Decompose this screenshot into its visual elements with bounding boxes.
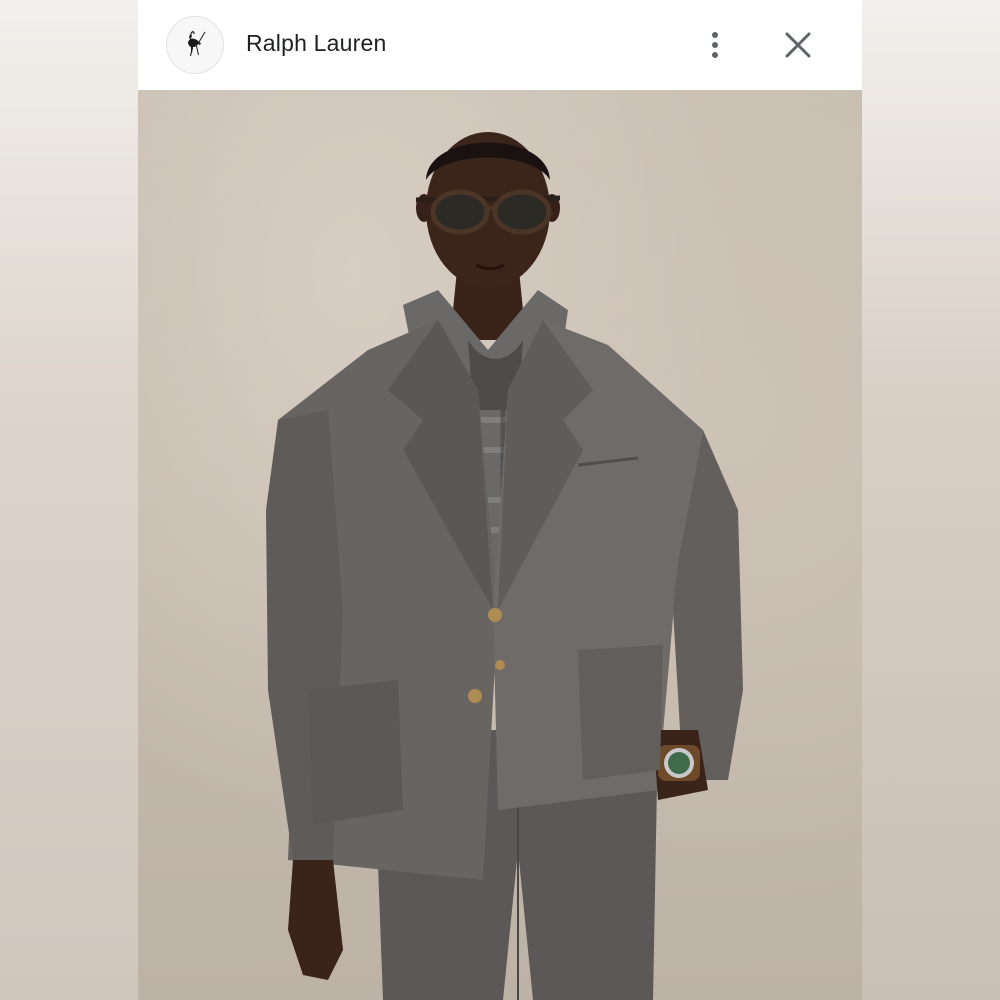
backdrop-right	[862, 0, 1000, 1000]
image-viewer-sheet: Ralph Lauren	[138, 0, 862, 1000]
backdrop-left	[0, 0, 138, 1000]
more-options-button[interactable]	[700, 26, 730, 64]
product-photo	[138, 90, 862, 1000]
brand-name[interactable]: Ralph Lauren	[246, 30, 387, 57]
close-button[interactable]	[778, 26, 818, 64]
model-in-grey-suit-illustration	[266, 132, 743, 1000]
brand-logo[interactable]	[166, 16, 224, 74]
close-icon	[785, 32, 811, 58]
polo-player-icon	[188, 31, 206, 56]
viewer-header: Ralph Lauren	[138, 0, 862, 90]
more-vertical-icon	[712, 32, 718, 58]
